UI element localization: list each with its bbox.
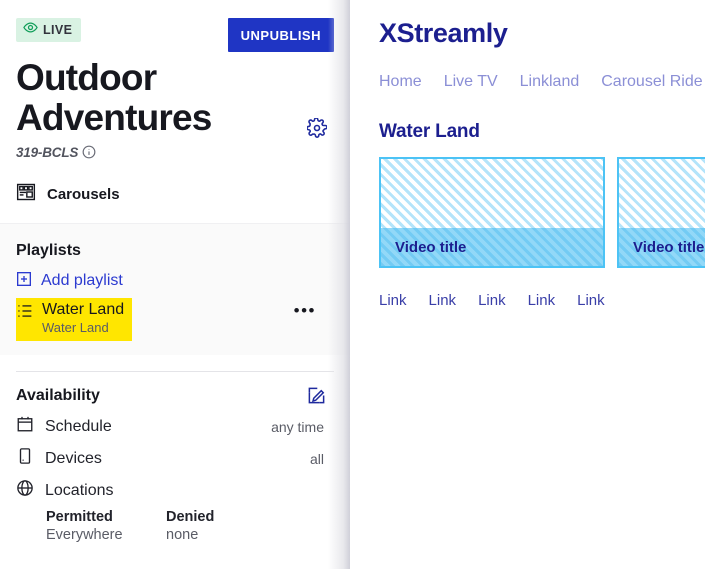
video-card[interactable]: Video title: [617, 157, 705, 268]
video-card-bar: Video title: [381, 228, 603, 266]
availability-value-devices: all: [309, 450, 324, 467]
add-playlist-button[interactable]: Add playlist: [16, 269, 334, 294]
sidebar-item-carousels-label: Carousels: [47, 185, 120, 203]
gear-icon[interactable]: [306, 117, 328, 140]
availability-value-schedule: any time: [271, 418, 324, 435]
app-root: LIVE UNPUBLISH Outdoor Adventures 319-BC…: [0, 0, 705, 569]
status-badge: LIVE: [16, 18, 82, 42]
nav-link-live-tv[interactable]: Live TV: [444, 73, 498, 91]
playlist-item-name: Water Land: [42, 300, 125, 318]
globe-icon: [16, 479, 34, 502]
playlist-item-text: Water Land Water Land: [42, 301, 124, 337]
availability-header: Availability: [16, 386, 334, 406]
video-card-bar: Video title: [619, 228, 705, 266]
availability-row-devices: Devices all: [16, 447, 334, 470]
playlists-section: Playlists Add playlist Water Land Water …: [0, 222, 350, 356]
list-item: Water Land Water Land •••: [16, 297, 334, 342]
playlist-code: 319-BCLS: [16, 144, 79, 160]
availability-row-schedule: Schedule any time: [16, 415, 334, 438]
footer-link[interactable]: Link: [528, 292, 556, 309]
nav-link-carousel-ride[interactable]: Carousel Ride: [601, 73, 702, 91]
availability-section: Availability Schedule any time Devices a…: [0, 372, 350, 543]
availability-label-schedule: Schedule: [45, 417, 112, 435]
page-title: Outdoor Adventures: [16, 57, 212, 138]
availability-label-devices: Devices: [45, 449, 102, 467]
footer-link[interactable]: Link: [429, 292, 457, 309]
availability-row-locations: Locations: [16, 479, 334, 502]
video-card-title: Video title: [633, 238, 705, 256]
video-card[interactable]: Video title: [379, 157, 605, 268]
panel-header: LIVE UNPUBLISH Outdoor Adventures 319-BC…: [0, 0, 350, 160]
playlist-editor-panel: LIVE UNPUBLISH Outdoor Adventures 319-BC…: [0, 0, 350, 569]
playlist-item-subtitle: Water Land: [42, 320, 109, 336]
calendar-icon: [16, 415, 34, 438]
unpublish-button[interactable]: UNPUBLISH: [227, 18, 334, 52]
playlist-code-row: 319-BCLS: [16, 145, 334, 160]
footer-link[interactable]: Link: [379, 292, 407, 309]
title-row: Outdoor Adventures: [16, 58, 334, 138]
nav-link-home[interactable]: Home: [379, 73, 422, 91]
availability-row-schedule-left: Schedule: [16, 415, 112, 438]
locations-denied-header: Denied: [166, 509, 215, 526]
locations-permitted-column: Permitted Everywhere: [46, 509, 166, 543]
header-top-row: LIVE UNPUBLISH: [16, 18, 334, 52]
device-icon: [16, 447, 34, 470]
locations-permitted-value: Everywhere: [46, 527, 123, 544]
footer-link[interactable]: Link: [577, 292, 605, 309]
locations-denied-column: Denied none: [166, 509, 286, 543]
carousel-icon: [16, 182, 36, 207]
playlist-item-water-land[interactable]: Water Land Water Land: [16, 297, 133, 342]
availability-label-locations: Locations: [45, 481, 114, 499]
edit-pencil-icon[interactable]: [306, 386, 326, 406]
eye-icon: [23, 20, 38, 40]
preview-footer-links: Link Link Link Link Link: [379, 292, 705, 309]
locations-permitted-header: Permitted: [46, 509, 113, 526]
status-badge-label: LIVE: [43, 23, 73, 37]
preview-carousel-heading: Water Land: [379, 121, 480, 142]
add-playlist-label: Add playlist: [41, 272, 123, 290]
sidebar-item-carousels[interactable]: Carousels: [0, 182, 350, 223]
locations-denied-value: none: [166, 527, 199, 544]
playlists-heading: Playlists: [16, 241, 81, 259]
playlist-item-menu-button[interactable]: •••: [290, 302, 320, 319]
availability-row-devices-left: Devices: [16, 447, 102, 470]
preview-nav: Home Live TV Linkland Carousel Ride: [379, 73, 705, 91]
footer-link[interactable]: Link: [478, 292, 506, 309]
preview-card-list: Video title Video title: [379, 157, 705, 268]
locations-table: Permitted Everywhere Denied none: [16, 509, 334, 543]
plus-square-icon: [16, 271, 32, 292]
availability-row-locations-left: Locations: [16, 479, 114, 502]
video-card-title: Video title: [395, 238, 467, 256]
brand-logo: XStreamly: [379, 18, 508, 48]
preview-panel: XStreamly Home Live TV Linkland Carousel…: [350, 0, 705, 569]
availability-heading: Availability: [16, 387, 100, 405]
list-icon: [17, 304, 33, 323]
info-icon[interactable]: [82, 145, 96, 159]
nav-link-linkland[interactable]: Linkland: [520, 73, 580, 91]
